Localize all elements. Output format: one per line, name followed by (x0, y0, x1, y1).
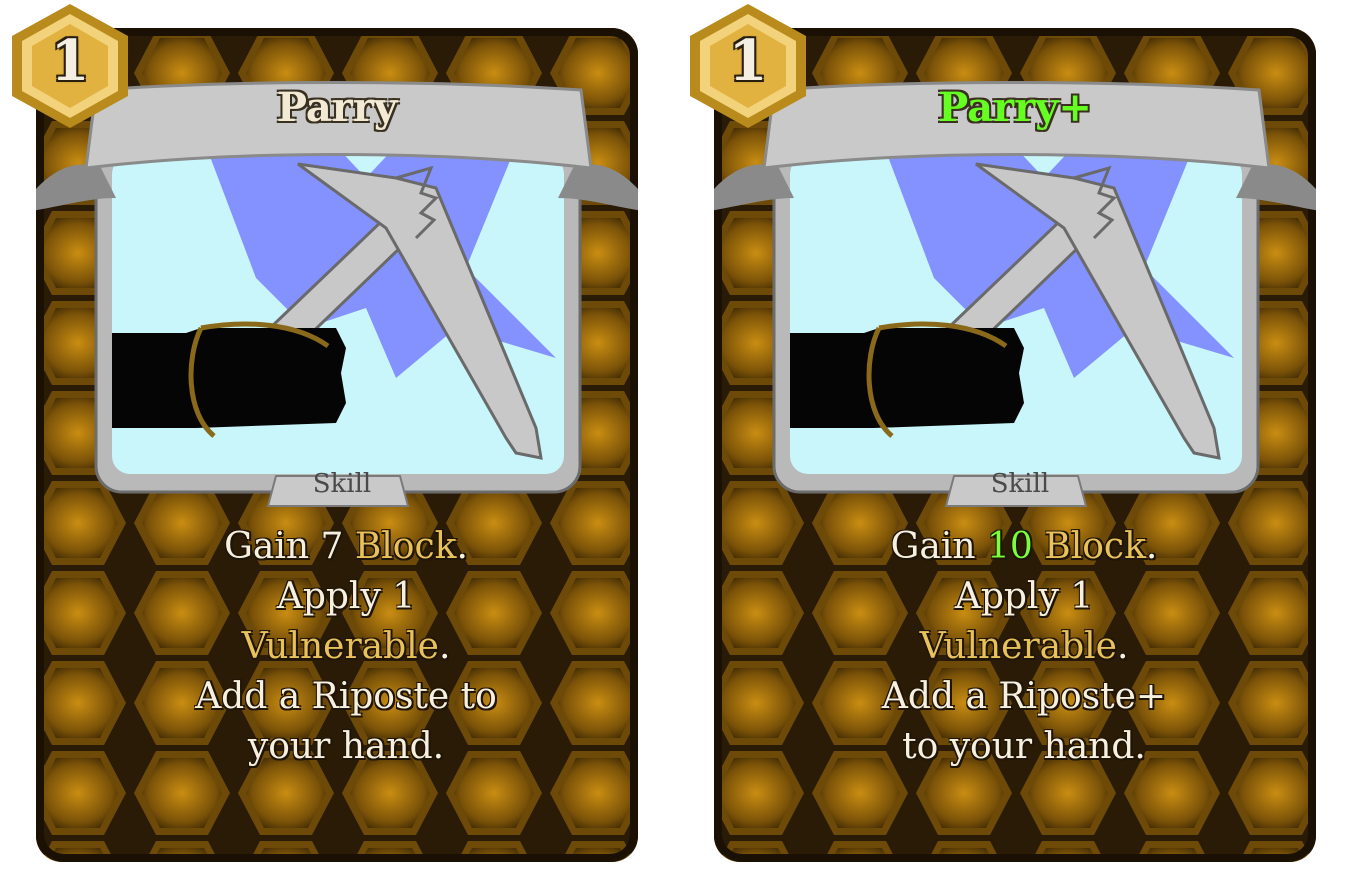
card-type-label: Skill (312, 469, 372, 499)
keyword-block: Block (354, 526, 457, 567)
desc-line-5: to your hand. (902, 726, 1146, 767)
energy-cost-gem: 1 (680, 0, 816, 130)
desc-line-4: Add a Riposte to (195, 676, 497, 717)
block-value: 7 (320, 526, 344, 567)
block-value-upgraded: 10 (987, 526, 1033, 567)
text: . (438, 626, 451, 667)
card-type-label: Skill (990, 469, 1050, 499)
keyword-vulnerable: Vulnerable (919, 626, 1117, 667)
desc-line-3: Vulnerable. (136, 622, 556, 672)
desc-line-4: Add a Riposte+ (881, 676, 1167, 717)
card-title: Parry+ (938, 84, 1092, 131)
energy-cost: 1 (728, 28, 768, 94)
energy-cost-gem: 1 (2, 0, 138, 130)
keyword-vulnerable: Vulnerable (241, 626, 439, 667)
energy-cost: 1 (50, 28, 90, 94)
text: Gain (224, 526, 321, 567)
text: . (1145, 526, 1158, 567)
desc-line-1: Gain 7 Block. (136, 522, 556, 572)
card-description: Gain 7 Block. Apply 1 Vulnerable. Add a … (136, 522, 556, 772)
desc-line-2: Apply 1 (954, 576, 1094, 617)
desc-line-1: Gain 10 Block. (814, 522, 1234, 572)
keyword-block: Block (1044, 526, 1146, 567)
desc-line-5: your hand. (247, 726, 445, 767)
text: . (456, 526, 468, 567)
card-title: Parry (276, 84, 398, 131)
desc-line-2: Apply 1 (276, 576, 416, 617)
text: Gain (890, 526, 988, 567)
desc-line-3: Vulnerable. (814, 622, 1234, 672)
card-description: Gain 10 Block. Apply 1 Vulnerable. Add a… (814, 522, 1234, 772)
text: . (1116, 626, 1129, 667)
